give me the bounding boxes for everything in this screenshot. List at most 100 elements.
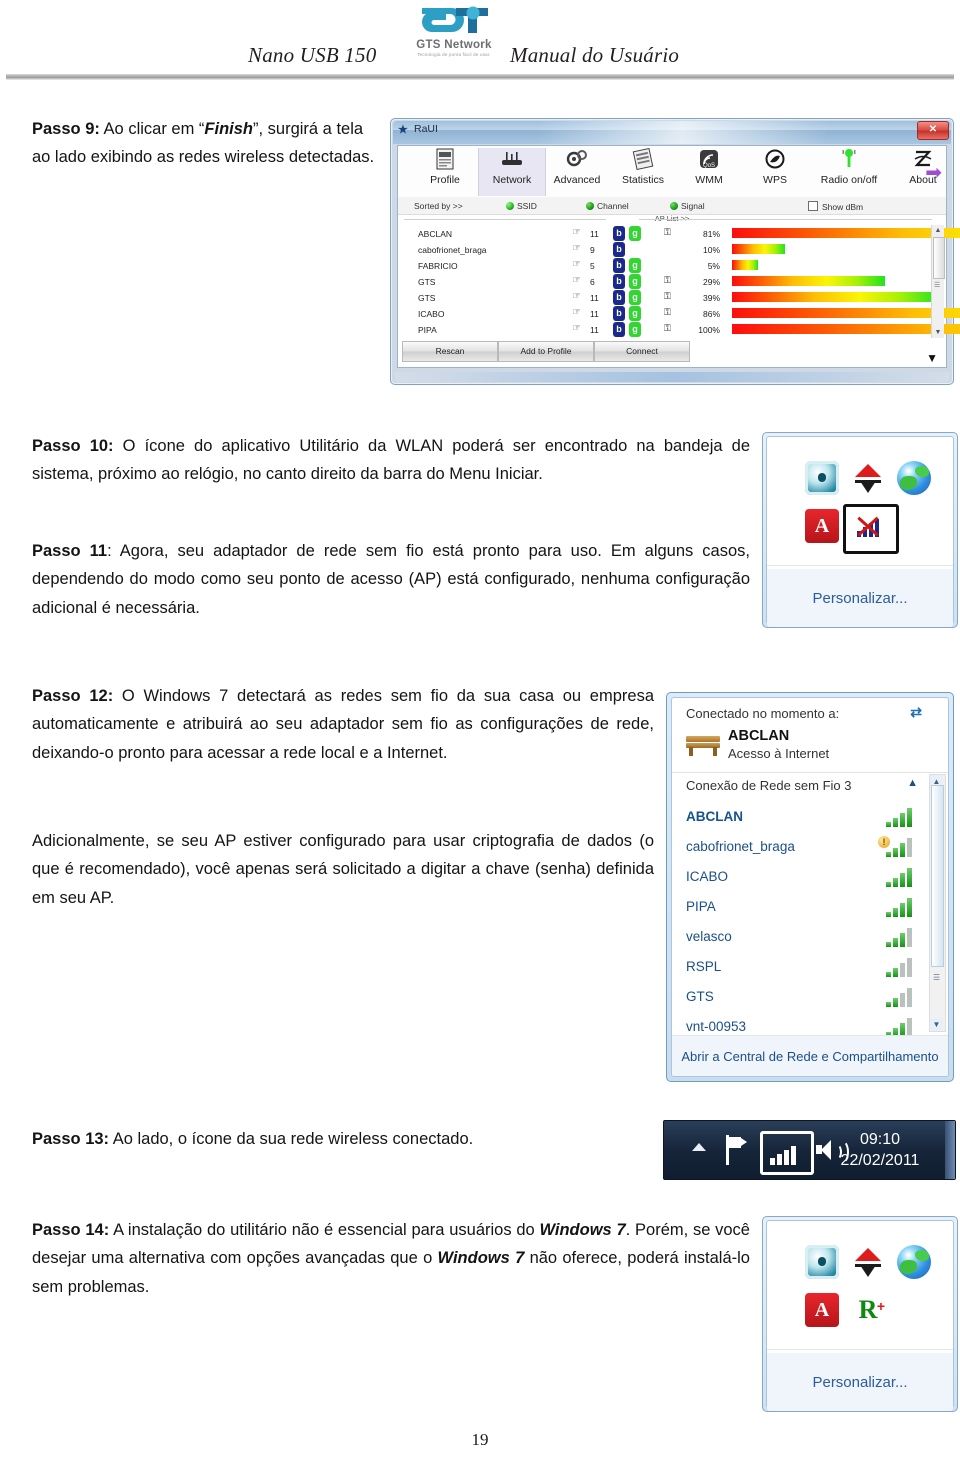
taskbar-clock[interactable]: 09:10 22/02/2011 xyxy=(821,1129,939,1171)
ap-signal-pct: 29% xyxy=(702,277,720,287)
wireless-disconnected-icon[interactable] xyxy=(843,504,899,554)
header-left-title: Nano USB 150 xyxy=(248,43,377,67)
arrow-right-icon[interactable]: ➡ xyxy=(925,160,942,185)
show-desktop-button[interactable] xyxy=(945,1121,955,1179)
scrollbar-thumb[interactable] xyxy=(931,785,944,967)
network-ssid: ICABO xyxy=(686,869,729,884)
wifi-signal-icon[interactable] xyxy=(760,1131,814,1175)
ap-mode-b-badge: b xyxy=(613,274,625,289)
list-item[interactable]: GTS xyxy=(672,982,948,1012)
tab-wmm[interactable]: QoS WMM xyxy=(676,148,742,196)
adobe-icon[interactable]: A xyxy=(805,509,839,543)
connected-label: Conectado no momento a: xyxy=(686,706,840,721)
connected-ssid: ABCLAN xyxy=(728,728,790,744)
radio-channel-icon xyxy=(586,202,594,210)
personalizar-link-bottom[interactable]: Personalizar... xyxy=(767,1353,953,1411)
step10-paragraph: Passo 10: O ícone do aplicativo Utilitár… xyxy=(32,432,750,489)
adobe-icon[interactable]: A xyxy=(805,1293,839,1327)
step13-label: Passo 13: xyxy=(32,1130,110,1148)
nero-disc-icon[interactable] xyxy=(805,461,839,495)
internet-globe-icon[interactable] xyxy=(897,461,931,495)
tab-network[interactable]: Network xyxy=(478,148,546,196)
list-item[interactable]: ICABO xyxy=(672,862,948,892)
raui-window-title: RaUI xyxy=(414,123,438,135)
show-hidden-icons-chevron-up-icon[interactable] xyxy=(692,1143,706,1151)
expand-down-icon[interactable]: ▼ xyxy=(926,351,938,365)
ap-security-icon: ⚿ xyxy=(664,227,671,237)
ralink-utility-icon[interactable]: R + xyxy=(851,1293,885,1327)
table-row[interactable]: FABRICIO ☞ 5 b g 5% xyxy=(402,257,929,273)
raui-window-footer xyxy=(395,372,949,382)
list-item[interactable]: RSPL xyxy=(672,952,948,982)
ap-signal-bar xyxy=(732,276,885,286)
advanced-icon xyxy=(544,148,610,174)
ap-mode-b-badge: b xyxy=(613,290,625,305)
step9-label: Passo 9: xyxy=(32,120,100,138)
ap-list-scrollbar[interactable]: ▲ ☰ ▼ xyxy=(931,225,945,338)
connect-button[interactable]: Connect xyxy=(594,341,690,362)
table-row[interactable]: PIPA ☞ 11 b g ⚿ 100% xyxy=(402,321,960,337)
list-item[interactable]: velasco xyxy=(672,922,948,952)
refresh-icon[interactable]: ⇄ xyxy=(910,704,922,721)
step9-text-a: Ao clicar em “ xyxy=(99,120,205,138)
step13-text: Ao lado, o ícone da sua rede wireless co… xyxy=(109,1130,474,1148)
radio-icon xyxy=(808,148,890,174)
list-item[interactable]: cabofrionet_braga ! xyxy=(672,832,948,862)
close-button[interactable]: ✕ xyxy=(917,121,949,140)
signal-bars-icon xyxy=(886,868,912,887)
ap-signal-pct: 81% xyxy=(702,229,720,239)
scroll-up-icon[interactable]: ▲ xyxy=(932,225,944,236)
table-row[interactable]: ICABO ☞ 11 b g ⚿ 86% xyxy=(402,305,960,321)
ap-ssid: GTS xyxy=(418,293,436,303)
ap-type-icon: ☞ xyxy=(572,291,581,302)
network-ssid: velasco xyxy=(686,929,732,944)
ap-mode-b-badge: b xyxy=(613,258,625,273)
tray-popup-top: A Personalizar... xyxy=(762,432,958,628)
tab-profile[interactable]: Profile xyxy=(412,148,478,196)
nero-disc-icon[interactable] xyxy=(805,1245,839,1279)
scroll-down-icon[interactable]: ▼ xyxy=(930,1018,943,1031)
scroll-down-icon[interactable]: ▼ xyxy=(932,327,944,338)
sort-option-ssid[interactable]: SSID xyxy=(506,201,537,211)
table-row[interactable]: GTS ☞ 6 b g ⚿ 29% xyxy=(402,273,929,289)
table-row[interactable]: GTS ☞ 11 b g ⚿ 39% xyxy=(402,289,938,305)
personalizar-link-top[interactable]: Personalizar... xyxy=(767,569,953,627)
list-item[interactable]: ABCLAN xyxy=(672,802,948,832)
sort-option-channel[interactable]: Channel xyxy=(586,201,629,211)
rescan-button[interactable]: Rescan xyxy=(402,341,498,362)
show-dbm-checkbox[interactable]: Show dBm xyxy=(808,201,863,212)
signal-bars-icon xyxy=(886,928,912,947)
ap-mode-g-badge: g xyxy=(629,274,641,289)
tab-advanced[interactable]: Advanced xyxy=(544,148,610,196)
ap-signal-bar xyxy=(732,308,960,318)
download-manager-icon[interactable] xyxy=(851,1245,885,1279)
add-to-profile-button[interactable]: Add to Profile xyxy=(498,341,594,362)
step13-paragraph: Passo 13: Ao lado, o ícone da sua rede w… xyxy=(32,1125,652,1153)
tab-wps[interactable]: WPS xyxy=(742,148,808,196)
table-row[interactable]: ABCLAN ☞ 11 b g ⚿ 81% xyxy=(402,225,960,241)
download-manager-icon[interactable] xyxy=(851,461,885,495)
action-center-flag-icon[interactable] xyxy=(726,1135,747,1165)
ap-signal-pct: 5% xyxy=(707,261,720,271)
ap-list: ABCLAN ☞ 11 b g ⚿ 81% cabofrionet_braga … xyxy=(402,225,960,338)
network-sharing-center-link[interactable]: Abrir a Central de Rede e Compartilhamen… xyxy=(672,1035,948,1076)
scrollbar-thumb[interactable] xyxy=(933,237,945,279)
table-row[interactable]: cabofrionet_braga ☞ 9 b 10% xyxy=(402,241,929,257)
adapter-group-header[interactable]: Conexão de Rede sem Fio 3 ▲ xyxy=(672,772,948,802)
step12-paragraph: Passo 12: O Windows 7 detectará as redes… xyxy=(32,682,654,767)
internet-globe-icon[interactable] xyxy=(897,1245,931,1279)
chevron-up-icon[interactable]: ▲ xyxy=(907,777,918,789)
tab-advanced-label: Advanced xyxy=(553,174,601,186)
step9-emphasis: Finish xyxy=(204,120,253,138)
sort-option-signal[interactable]: Signal xyxy=(670,201,705,211)
connected-status: Acesso à Internet xyxy=(728,746,830,761)
step14-emphasis-1: Windows 7 xyxy=(539,1221,626,1239)
tab-about[interactable]: About xyxy=(890,148,956,196)
flyout-scrollbar[interactable]: ▲ ☰ ▼ xyxy=(929,774,946,1032)
sort-channel-label: Channel xyxy=(597,201,629,211)
ap-type-icon: ☞ xyxy=(572,227,581,238)
tab-statistics[interactable]: Statistics xyxy=(610,147,676,196)
list-item[interactable]: PIPA xyxy=(672,892,948,922)
tab-radio-onoff[interactable]: Radio on/off xyxy=(808,148,890,196)
step12-label: Passo 12: xyxy=(32,687,114,705)
